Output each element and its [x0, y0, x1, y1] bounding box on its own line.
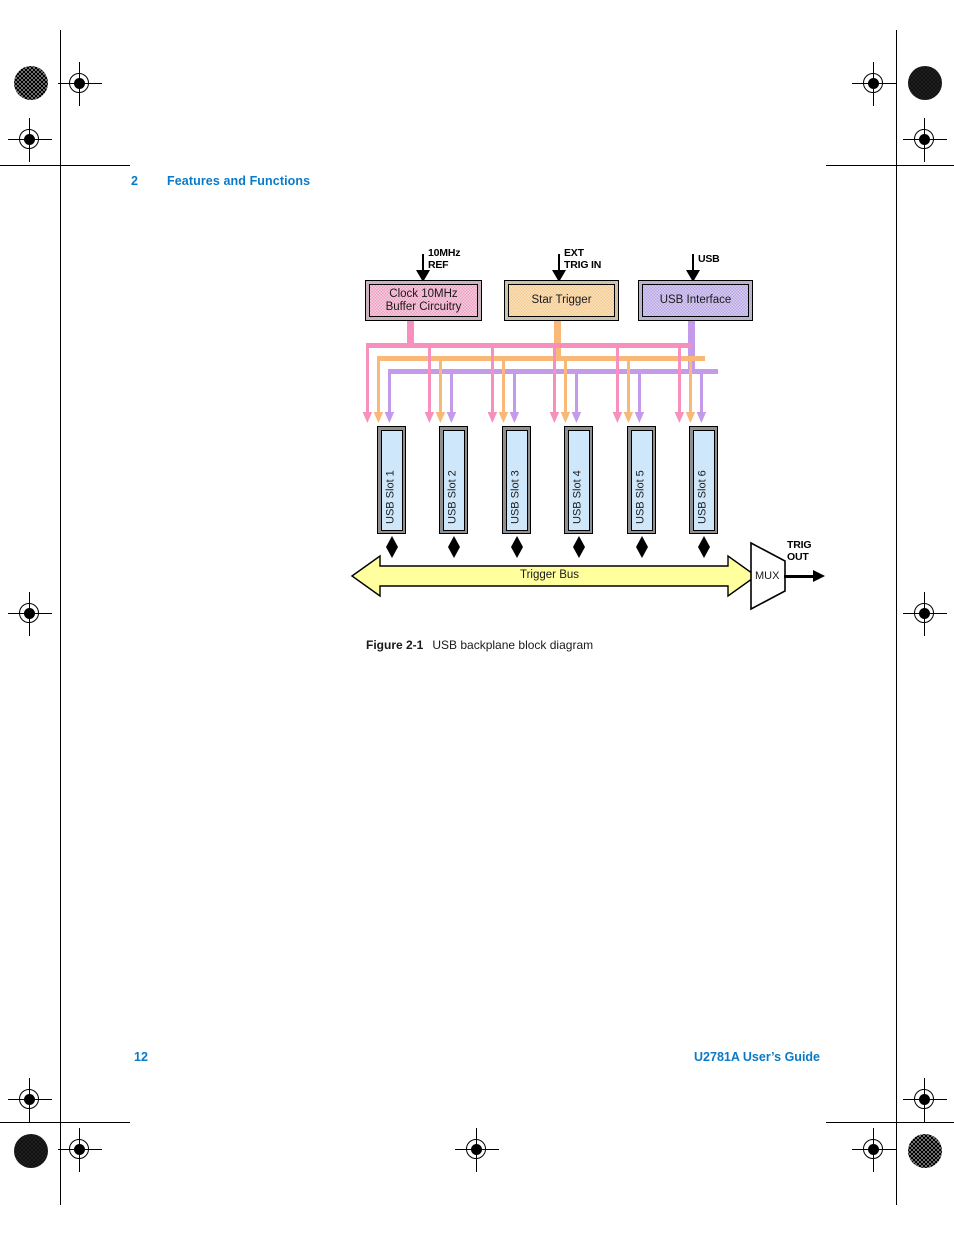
chapter-running-head: 2 Features and Functions	[131, 174, 310, 188]
trim-line-top-left-horizontal	[0, 165, 130, 167]
trim-line-left-vertical	[60, 30, 62, 1205]
registration-mark-top-left	[58, 62, 102, 106]
registration-mark-left-middle	[8, 592, 52, 636]
figure-caption: Figure 2-1 USB backplane block diagram	[366, 638, 593, 652]
trig-out-label: TRIG OUT	[787, 539, 812, 563]
figure-label: Figure 2-1	[366, 638, 424, 652]
figure-caption-text: USB backplane block diagram	[432, 638, 594, 652]
mux-label: MUX	[755, 570, 780, 582]
footer-manual-title: U2781A User’s Guide	[694, 1050, 820, 1064]
halftone-target-bottom-left	[14, 1134, 48, 1168]
chapter-title: Features and Functions	[167, 174, 311, 188]
chapter-number: 2	[131, 174, 139, 188]
registration-mark-right-upper	[903, 118, 947, 162]
trim-line-bottom-left-horizontal	[0, 1122, 130, 1124]
trim-line-bottom-right-horizontal	[826, 1122, 954, 1124]
footer-page-number: 12	[134, 1050, 148, 1064]
registration-mark-right-lower	[903, 1078, 947, 1122]
registration-mark-left-lower	[8, 1078, 52, 1122]
registration-mark-bottom-right	[852, 1128, 896, 1172]
registration-mark-right-middle	[903, 592, 947, 636]
registration-mark-bottom-center	[455, 1128, 499, 1172]
trig-out-arrow	[784, 570, 826, 583]
usb-backplane-block-diagram: 10MHz REF EXT TRIG IN USB Clock 10MHz Bu…	[350, 240, 830, 625]
trim-line-right-vertical	[896, 30, 898, 1205]
halftone-target-top-right	[908, 66, 942, 100]
halftone-target-top-left	[14, 66, 48, 100]
trim-line-top-right-horizontal	[826, 165, 954, 167]
mux-shape	[750, 541, 786, 611]
registration-mark-top-right	[852, 62, 896, 106]
registration-mark-bottom-left	[58, 1128, 102, 1172]
registration-mark-left-upper	[8, 118, 52, 162]
halftone-target-bottom-right	[908, 1134, 942, 1168]
